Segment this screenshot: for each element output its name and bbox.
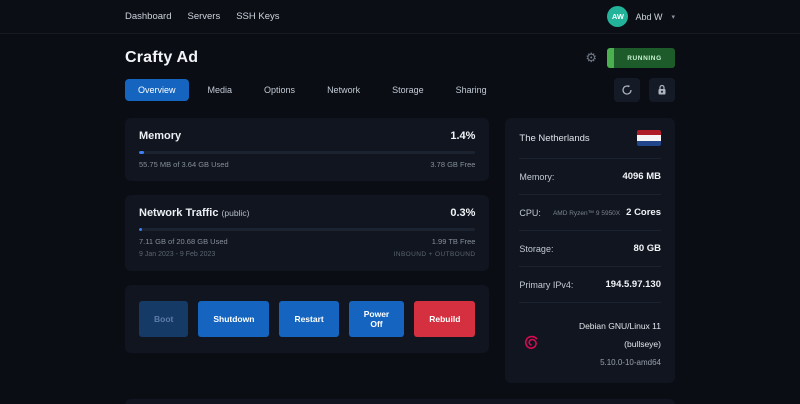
os-kernel: 5.10.0-10-amd64 — [600, 358, 661, 367]
tab-media[interactable]: Media — [195, 79, 246, 101]
lock-icon — [656, 84, 668, 96]
tab-network[interactable]: Network — [314, 79, 373, 101]
nav-item-servers[interactable]: Servers — [187, 11, 220, 22]
user-name: Abd W — [635, 12, 662, 22]
traffic-percent: 0.3% — [450, 207, 475, 219]
storage-info-label: Storage: — [519, 244, 553, 254]
cpu-cores-value: 2 Cores — [626, 207, 661, 218]
tab-options[interactable]: Options — [251, 79, 308, 101]
tabs-row: Overview Media Options Network Storage S… — [125, 78, 675, 102]
storage-info-value: 80 GB — [634, 243, 661, 254]
tab-sharing[interactable]: Sharing — [443, 79, 500, 101]
lock-button[interactable] — [649, 78, 675, 102]
memory-card: Memory 1.4% 55.75 MB of 3.64 GB Used 3.7… — [125, 118, 489, 181]
server-info-card: The Netherlands Memory: 4096 MB CPU: AMD… — [505, 118, 675, 383]
ipv4-info-label: Primary IPv4: — [519, 280, 573, 290]
netherlands-flag-icon — [637, 130, 661, 146]
tab-overview[interactable]: Overview — [125, 79, 189, 101]
nav-item-dashboard[interactable]: Dashboard — [125, 11, 171, 22]
location-label: The Netherlands — [519, 133, 589, 144]
traffic-progress-fill — [139, 228, 142, 231]
user-menu[interactable]: AW Abd W ▾ — [607, 6, 675, 27]
traffic-direction: INBOUND + OUTBOUND — [394, 251, 476, 258]
ipv4-info-row: Primary IPv4: 194.5.97.130 — [519, 267, 661, 303]
os-row: Debian GNU/Linux 11 (bullseye) 5.10.0-10… — [519, 303, 661, 383]
refresh-icon — [621, 84, 633, 96]
memory-progress-fill — [139, 151, 144, 154]
tab-storage[interactable]: Storage — [379, 79, 437, 101]
memory-info-row: Memory: 4096 MB — [519, 159, 661, 195]
restart-button[interactable]: Restart — [279, 301, 338, 337]
avatar: AW — [607, 6, 628, 27]
location-row: The Netherlands — [519, 118, 661, 159]
traffic-card-title: Network Traffic (public) — [139, 207, 249, 219]
cpu-model: AMD Ryzen™ 9 5950X — [553, 210, 620, 217]
memory-info-label: Memory: — [519, 172, 554, 182]
memory-used-label: 55.75 MB of 3.64 GB Used — [139, 159, 229, 170]
tabs: Overview Media Options Network Storage S… — [125, 79, 500, 101]
traffic-progress-track — [139, 228, 475, 231]
network-traffic-card: Network Traffic (public) 0.3% 7.11 GB of… — [125, 195, 489, 271]
rebuild-button[interactable]: Rebuild — [414, 301, 475, 337]
traffic-used-label: 7.11 GB of 20.68 GB Used 9 Jan 2023 - 9 … — [139, 236, 228, 260]
debian-logo-icon — [519, 331, 543, 355]
nav-links: Dashboard Servers SSH Keys — [125, 11, 280, 22]
page-header: Crafty Ad ⚙ RUNNING — [125, 48, 675, 68]
shutdown-button[interactable]: Shutdown — [198, 301, 269, 337]
nav-item-ssh-keys[interactable]: SSH Keys — [236, 11, 279, 22]
statistics-card: Statistics ▾ — [125, 399, 675, 404]
top-navbar: Dashboard Servers SSH Keys AW Abd W ▾ — [0, 0, 800, 34]
page-title: Crafty Ad — [125, 49, 198, 67]
boot-button[interactable]: Boot — [139, 301, 188, 337]
traffic-card-suffix: (public) — [222, 208, 250, 218]
refresh-button[interactable] — [614, 78, 640, 102]
traffic-free-label: 1.99 TB Free INBOUND + OUTBOUND — [394, 236, 476, 259]
power-actions-card: Boot Shutdown Restart Power Off Rebuild — [125, 285, 489, 353]
memory-info-value: 4096 MB — [622, 171, 661, 182]
memory-percent: 1.4% — [450, 130, 475, 142]
status-badge: RUNNING — [607, 48, 675, 68]
status-strip — [607, 48, 614, 68]
gear-icon[interactable]: ⚙ — [585, 52, 597, 65]
status-label: RUNNING — [614, 48, 675, 68]
cpu-info-label: CPU: — [519, 208, 541, 218]
os-name: Debian GNU/Linux 11 (bullseye) — [579, 321, 661, 349]
ipv4-info-value: 194.5.97.130 — [606, 279, 661, 290]
memory-progress-track — [139, 151, 475, 154]
chevron-down-icon: ▾ — [671, 13, 675, 21]
cpu-info-row: CPU: AMD Ryzen™ 9 5950X 2 Cores — [519, 195, 661, 231]
memory-free-label: 3.78 GB Free — [430, 159, 475, 170]
storage-info-row: Storage: 80 GB — [519, 231, 661, 267]
traffic-period: 9 Jan 2023 - 9 Feb 2023 — [139, 251, 215, 258]
power-off-button[interactable]: Power Off — [349, 301, 405, 337]
memory-card-title: Memory — [139, 130, 181, 142]
